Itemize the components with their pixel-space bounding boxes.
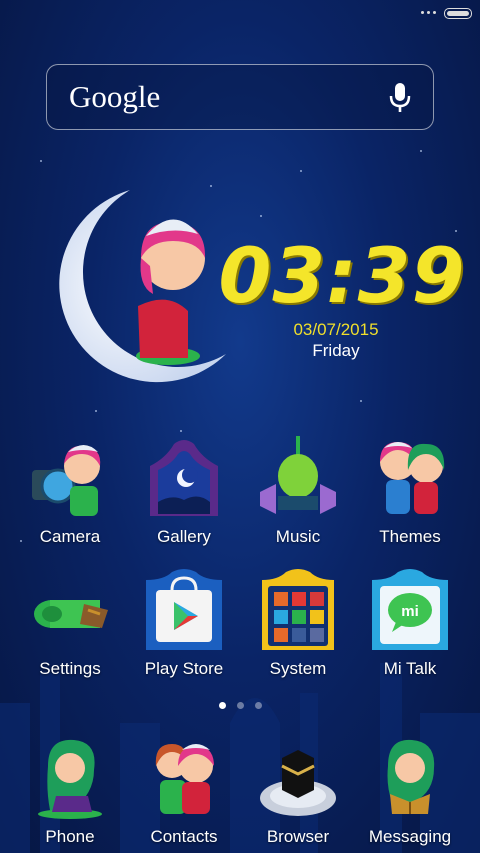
dock-label-browser: Browser <box>266 827 330 846</box>
status-bar <box>0 0 480 28</box>
clock-time[interactable]: 03:39 <box>212 236 472 316</box>
app-settings[interactable]: Settings <box>12 568 128 679</box>
app-label-music: Music <box>275 527 321 546</box>
page-dot-3[interactable] <box>254 702 262 709</box>
clock-day: Friday <box>312 341 360 360</box>
dock-messaging[interactable]: Messaging <box>352 736 468 847</box>
kaaba-browser-icon <box>260 750 336 816</box>
messaging-icon <box>387 739 435 814</box>
page-indicator[interactable] <box>0 702 480 709</box>
app-system-folder[interactable]: System <box>240 568 356 679</box>
crescent-moon-illustration <box>59 190 226 383</box>
system-folder-icon <box>262 569 334 650</box>
app-label-settings: Settings <box>39 659 101 678</box>
clock-date: 03/07/2015 <box>293 320 379 339</box>
dock-browser[interactable]: Browser <box>240 736 356 847</box>
battery-icon <box>444 8 472 19</box>
gallery-icon <box>150 440 218 516</box>
music-icon <box>260 436 336 514</box>
play-store-icon <box>146 569 222 650</box>
app-label-themes: Themes <box>379 527 441 546</box>
app-label-mi-talk: Mi Talk <box>383 659 437 678</box>
app-music[interactable]: Music <box>240 436 356 547</box>
contacts-icon <box>155 744 214 814</box>
dock-phone[interactable]: Phone <box>12 736 128 847</box>
mi-talk-icon: mi <box>372 569 448 650</box>
dock-label-messaging: Messaging <box>368 827 452 846</box>
google-logo: Google <box>69 79 161 114</box>
app-gallery[interactable]: Gallery <box>126 436 242 547</box>
dock-label-contacts: Contacts <box>150 827 218 846</box>
prayer-mat-icon <box>34 600 108 628</box>
dock-label-phone: Phone <box>45 827 95 846</box>
dock-contacts[interactable]: Contacts <box>126 736 242 847</box>
app-label-system: System <box>269 659 327 678</box>
app-camera[interactable]: Camera <box>12 436 128 547</box>
overflow-dots-icon <box>421 11 436 14</box>
app-mi-talk[interactable]: mi Mi Talk <box>352 568 468 679</box>
app-themes[interactable]: Themes <box>352 436 468 547</box>
microphone-icon[interactable] <box>387 82 413 114</box>
app-play-store[interactable]: Play Store <box>126 568 242 679</box>
camera-icon <box>32 445 101 516</box>
app-label-gallery: Gallery <box>157 527 211 546</box>
google-search-bar[interactable]: Google <box>46 64 434 130</box>
themes-icon <box>380 442 445 514</box>
page-dot-1[interactable] <box>218 702 226 709</box>
svg-text:mi: mi <box>401 603 419 620</box>
app-label-play-store: Play Store <box>144 659 224 678</box>
app-label-camera: Camera <box>39 527 101 546</box>
page-dot-2[interactable] <box>236 702 244 709</box>
phone-icon <box>38 739 102 819</box>
